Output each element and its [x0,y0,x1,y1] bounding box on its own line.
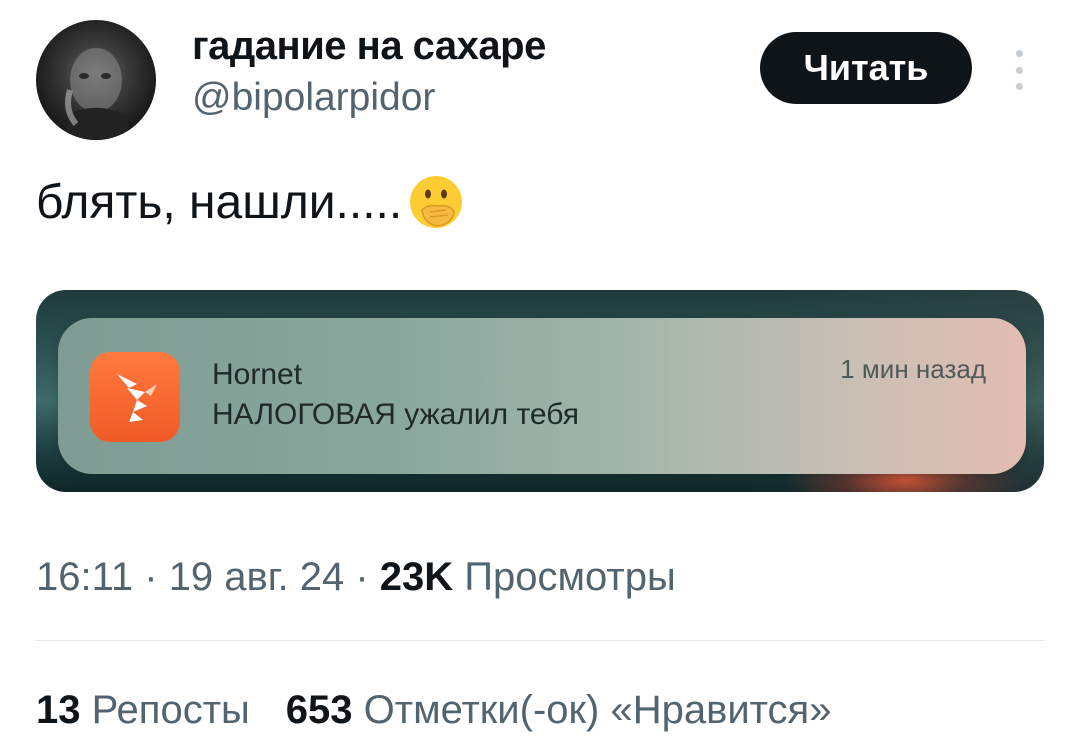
more-dot [1015,50,1023,57]
tweet-media-image[interactable]: Hornet НАЛОГОВАЯ ужалил тебя 1 мин назад [36,290,1044,492]
author-display-name[interactable]: гадание на сахаре [192,24,546,69]
push-notification: Hornet НАЛОГОВАЯ ужалил тебя 1 мин назад [58,318,1026,474]
reposts-count: 13 [36,688,81,732]
avatar[interactable] [36,20,156,140]
avatar-photo [65,48,128,140]
more-dot [1015,66,1023,74]
likes-count: 653 [285,688,353,732]
reposts-label: Репосты [80,688,250,732]
views-label[interactable]: Просмотры [453,555,675,599]
tweet-text: блять, нашли..... [36,174,464,230]
notification-time: 1 мин назад [840,354,986,384]
meta-separator: · [344,555,380,599]
face-with-hand-over-mouth-icon [408,174,464,230]
reposts-stat[interactable]: 13 Репосты [36,688,250,732]
more-dot [1015,83,1023,90]
follow-button[interactable]: Читать [760,32,972,104]
likes-stat[interactable]: 653 Отметки(-ок) «Нравится» [286,688,832,732]
hornet-app-icon [90,352,180,442]
notification-message: НАЛОГОВАЯ ужалил тебя [212,398,579,431]
meta-separator: · [133,555,169,599]
divider [36,640,1044,641]
author-handle[interactable]: @bipolarpidor [192,76,435,120]
views-count[interactable]: 23K [380,555,453,599]
tweet-page: гадание на сахаре @bipolarpidor Читать б… [0,0,1080,751]
tweet-time[interactable]: 16:11 [36,555,133,599]
tweet-stats: 13 Репосты 653 Отметки(-ок) «Нравится» [36,688,831,733]
tweet-date[interactable]: 19 авг. 24 [169,555,345,599]
notification-app-name: Hornet [212,358,303,391]
likes-label: Отметки(-ок) «Нравится» [352,688,832,732]
more-options-icon[interactable] [1006,48,1032,92]
tweet-text-content: блять, нашли..... [36,175,403,229]
tweet-meta: 16:11 · 19 авг. 24 · 23K Просмотры [36,555,676,600]
